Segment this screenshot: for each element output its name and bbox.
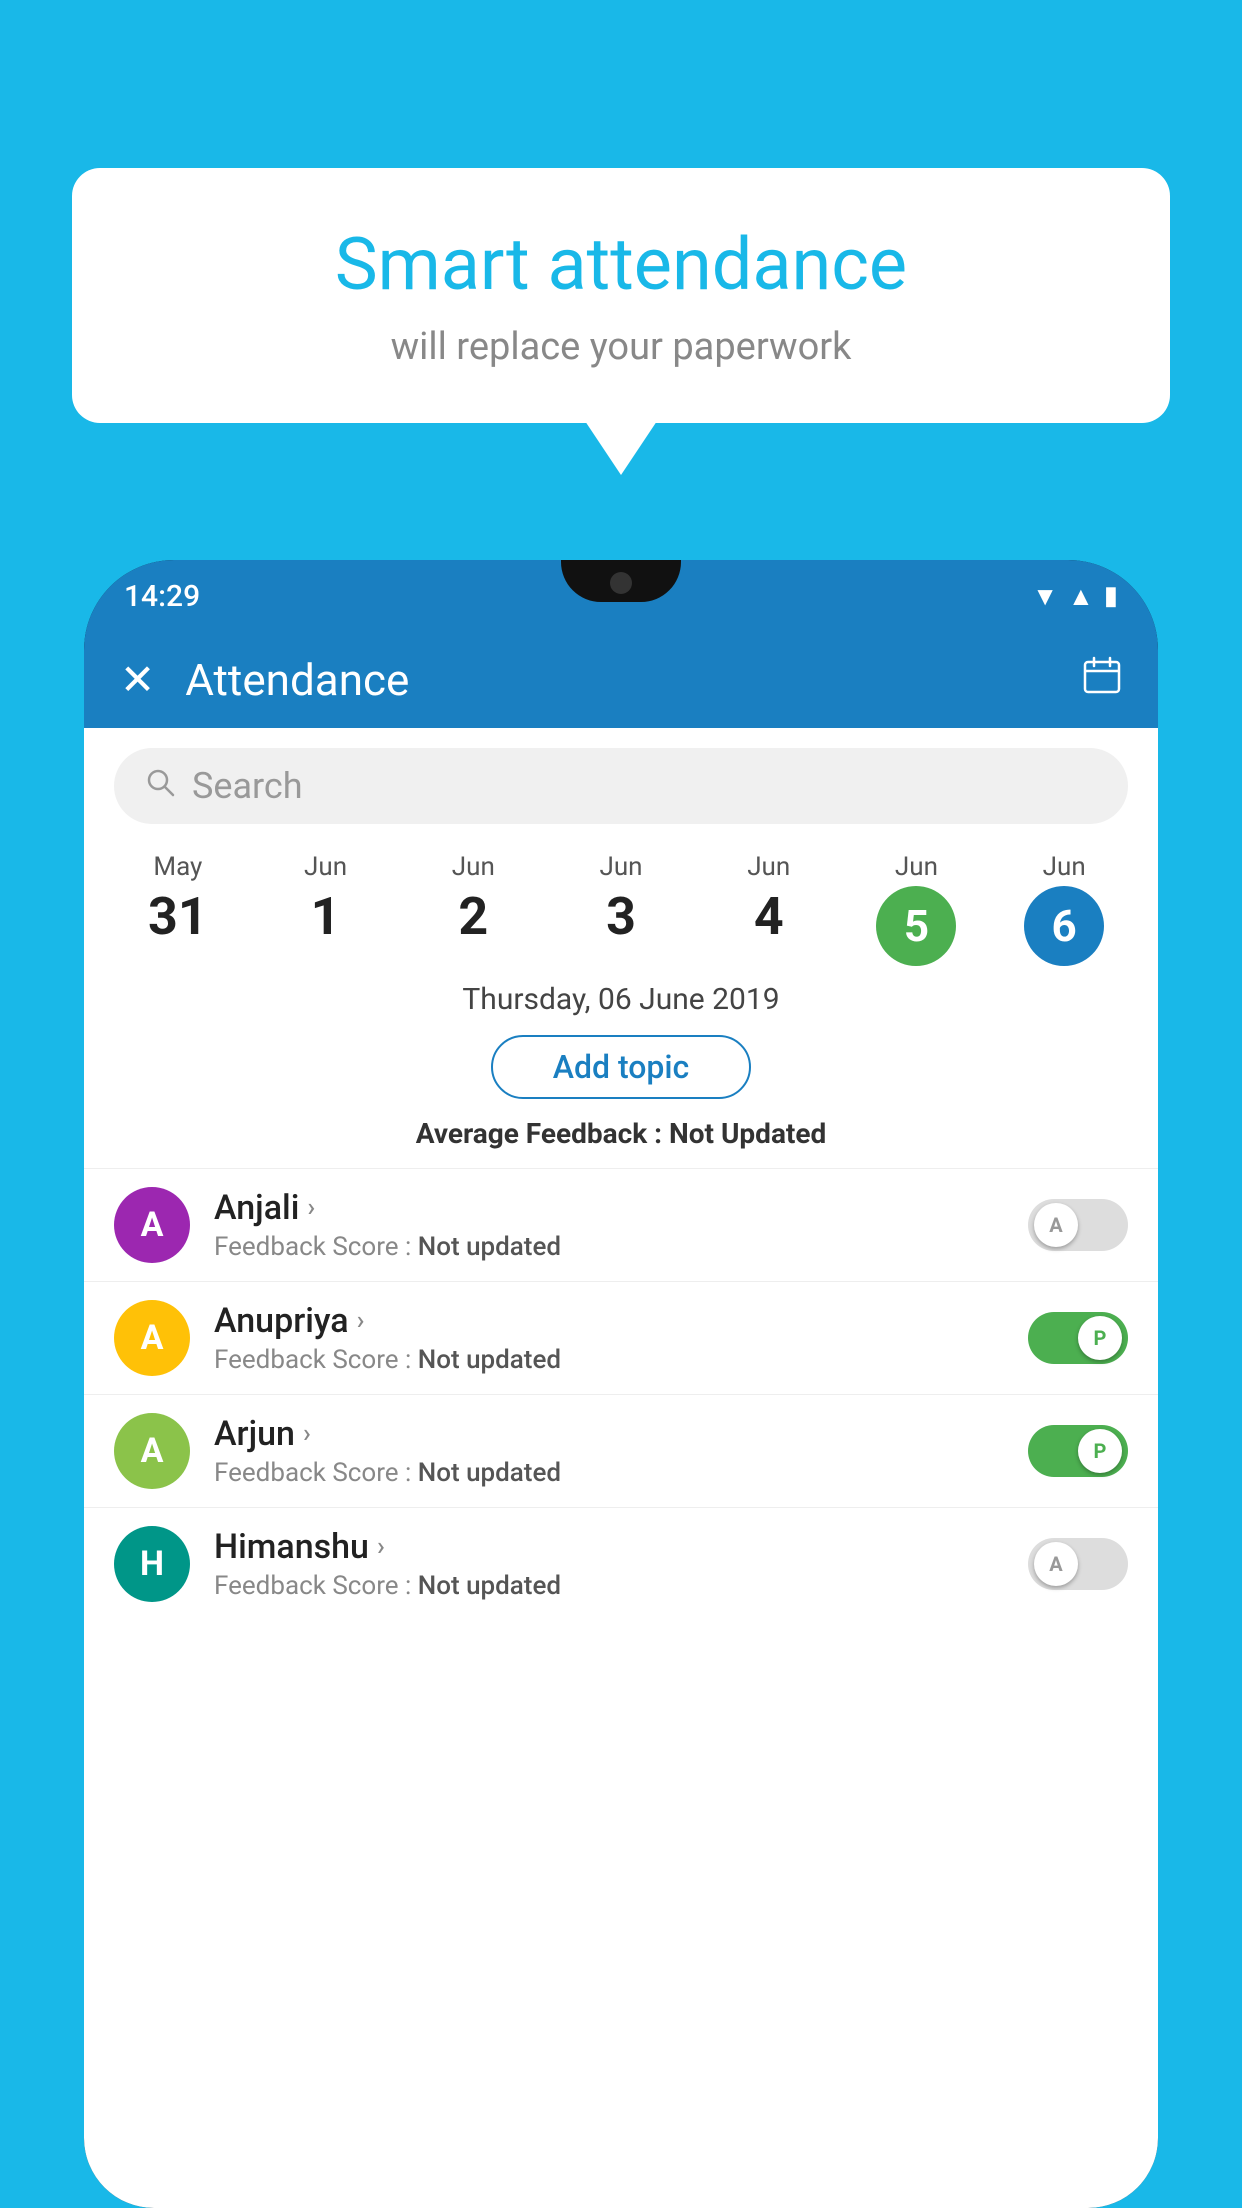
chevron-right-icon: › (307, 1193, 315, 1223)
wifi-icon: ▼ (1032, 581, 1058, 612)
date-day: 31 (148, 886, 208, 947)
student-info: Anjali › Feedback Score : Not updated (214, 1188, 1004, 1262)
add-topic-button[interactable]: Add topic (491, 1035, 751, 1099)
toggle-track: A (1028, 1199, 1128, 1251)
date-day: 4 (754, 886, 784, 947)
toggle-knob: P (1078, 1429, 1122, 1473)
app-title: Attendance (185, 654, 1052, 706)
phone-frame: 14:29 ▼ ▲ ▮ ✕ Attendance (84, 560, 1158, 2208)
date-col[interactable]: May 31 (104, 852, 252, 947)
student-feedback: Feedback Score : Not updated (214, 1232, 1004, 1262)
date-col[interactable]: Jun 1 (252, 852, 400, 947)
student-feedback: Feedback Score : Not updated (214, 1345, 1004, 1375)
app-bar: ✕ Attendance (84, 632, 1158, 728)
date-month: Jun (452, 852, 495, 882)
date-day: 3 (606, 886, 636, 947)
date-col[interactable]: Jun 5 (843, 852, 991, 966)
camera (610, 572, 632, 594)
toggle-knob: A (1034, 1542, 1078, 1586)
toggle-knob: A (1034, 1203, 1078, 1247)
date-day: 5 (876, 886, 956, 966)
battery-icon: ▮ (1104, 581, 1118, 611)
date-day: 2 (458, 886, 488, 947)
date-day: 1 (311, 886, 341, 947)
date-col[interactable]: Jun 3 (547, 852, 695, 947)
student-list: AAnjali ›Feedback Score : Not updatedAAA… (84, 1168, 1158, 1620)
student-item[interactable]: H Himanshu › Feedback Score : Not updated A (84, 1507, 1158, 1620)
date-strip: May 31 Jun 1 Jun 2 Jun 3 Jun 4 Jun 5 Jun 6 (84, 834, 1158, 966)
calendar-icon[interactable] (1082, 655, 1122, 705)
status-icons: ▼ ▲ ▮ (1032, 581, 1118, 612)
attendance-toggle[interactable]: P (1028, 1312, 1128, 1364)
student-info: Arjun › Feedback Score : Not updated (214, 1414, 1004, 1488)
student-avatar: A (114, 1187, 190, 1263)
date-col[interactable]: Jun 4 (695, 852, 843, 947)
student-avatar: A (114, 1300, 190, 1376)
date-month: Jun (599, 852, 642, 882)
avg-feedback: Average Feedback : Not Updated (84, 1117, 1158, 1150)
student-feedback: Feedback Score : Not updated (214, 1458, 1004, 1488)
phone-screen: Search May 31 Jun 1 Jun 2 Jun 3 Jun 4 Jun 5 Jun 6 Thu… (84, 728, 1158, 2208)
date-col[interactable]: Jun 2 (399, 852, 547, 947)
signal-icon: ▲ (1068, 581, 1094, 612)
toggle-knob: P (1078, 1316, 1122, 1360)
notch (561, 560, 681, 602)
search-placeholder: Search (192, 765, 303, 807)
student-info: Anupriya › Feedback Score : Not updated (214, 1301, 1004, 1375)
attendance-toggle[interactable]: A (1028, 1538, 1128, 1590)
chevron-right-icon: › (303, 1419, 311, 1449)
search-bar[interactable]: Search (114, 748, 1128, 824)
date-col[interactable]: Jun 6 (990, 852, 1138, 966)
date-month: May (153, 852, 202, 882)
student-item[interactable]: A Arjun › Feedback Score : Not updated P (84, 1394, 1158, 1507)
student-name: Anupriya › (214, 1301, 1004, 1341)
student-item[interactable]: A Anjali › Feedback Score : Not updated A (84, 1168, 1158, 1281)
selected-date-label: Thursday, 06 June 2019 (84, 982, 1158, 1017)
toggle-track: A (1028, 1538, 1128, 1590)
student-info: Himanshu › Feedback Score : Not updated (214, 1527, 1004, 1601)
student-feedback: Feedback Score : Not updated (214, 1571, 1004, 1601)
toggle-track: P (1028, 1425, 1128, 1477)
bubble-title: Smart attendance (132, 222, 1110, 307)
attendance-toggle[interactable]: A (1028, 1199, 1128, 1251)
chevron-right-icon: › (357, 1306, 365, 1336)
date-month: Jun (895, 852, 938, 882)
status-time: 14:29 (124, 579, 200, 614)
search-icon (144, 765, 176, 807)
student-item[interactable]: A Anupriya › Feedback Score : Not updated P (84, 1281, 1158, 1394)
status-bar: 14:29 ▼ ▲ ▮ (84, 560, 1158, 632)
chevron-right-icon: › (377, 1532, 385, 1562)
date-month: Jun (304, 852, 347, 882)
student-avatar: A (114, 1413, 190, 1489)
date-month: Jun (747, 852, 790, 882)
close-button[interactable]: ✕ (120, 655, 155, 705)
bubble-subtitle: will replace your paperwork (132, 325, 1110, 369)
toggle-track: P (1028, 1312, 1128, 1364)
student-name: Arjun › (214, 1414, 1004, 1454)
add-topic-label: Add topic (553, 1048, 690, 1086)
avg-feedback-value: Not Updated (669, 1117, 826, 1150)
student-avatar: H (114, 1526, 190, 1602)
student-name: Himanshu › (214, 1527, 1004, 1567)
student-name: Anjali › (214, 1188, 1004, 1228)
date-month: Jun (1043, 852, 1086, 882)
speech-bubble: Smart attendance will replace your paper… (72, 168, 1170, 423)
date-day: 6 (1024, 886, 1104, 966)
avg-feedback-label: Average Feedback : (416, 1117, 669, 1150)
attendance-toggle[interactable]: P (1028, 1425, 1128, 1477)
